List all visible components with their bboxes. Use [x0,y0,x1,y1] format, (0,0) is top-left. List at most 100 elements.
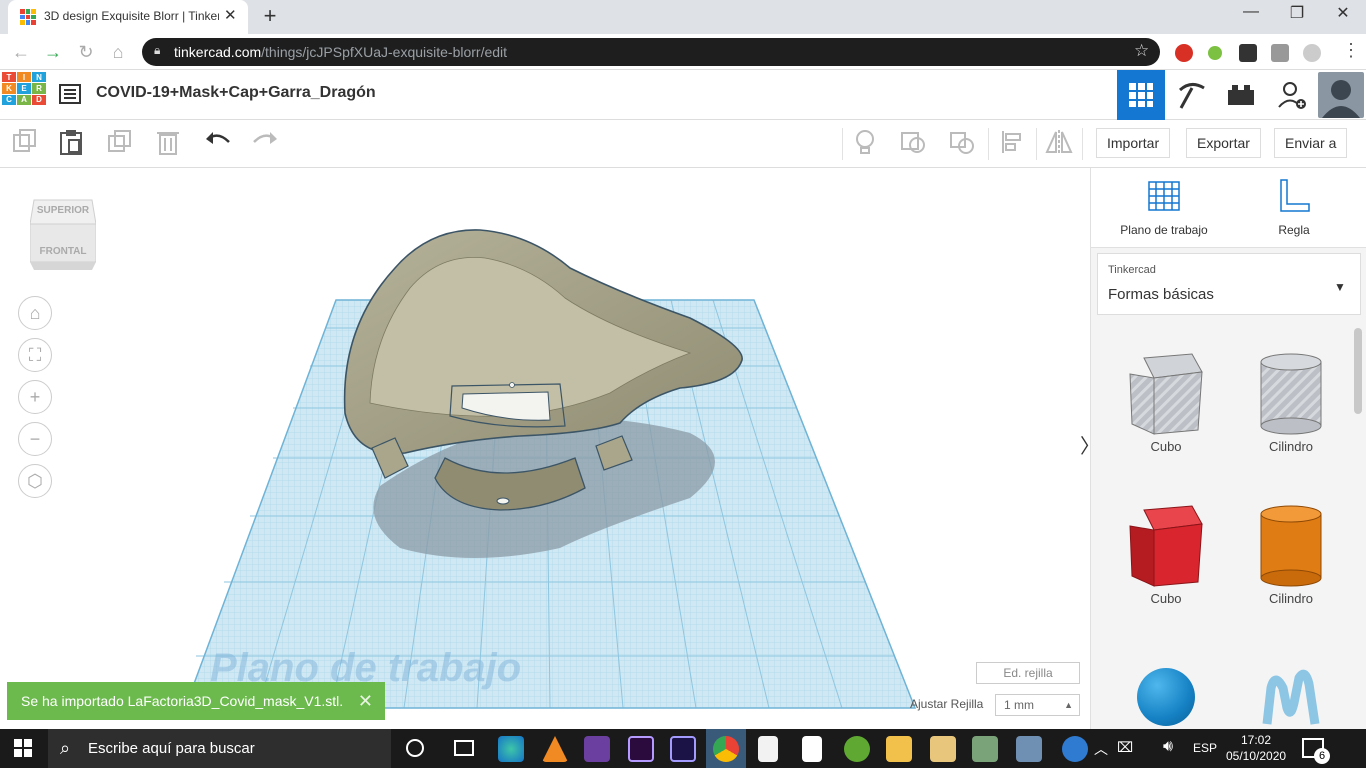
windows-start-icon[interactable] [14,739,32,757]
help-icon[interactable] [1062,736,1088,762]
shape-cylinder-orange[interactable]: Cilindro [1236,502,1346,606]
mirror-icon[interactable] [1044,128,1074,160]
workplane-scene[interactable] [0,168,1090,729]
reload-icon[interactable]: ↻ [75,42,97,63]
design-title[interactable]: COVID-19+Mask+Cap+Garra_Dragón [96,84,376,102]
zoom-in-button[interactable]: + [18,380,52,414]
export-button[interactable]: Exportar [1186,128,1261,158]
undo-icon[interactable] [203,128,233,160]
lightbulb-icon[interactable] [850,128,880,160]
close-icon[interactable]: ✕ [358,682,373,720]
back-icon[interactable]: ← [10,42,32,63]
edit-grid-button[interactable]: Ed. rejilla [976,662,1080,684]
text-extension-icon[interactable] [1239,44,1257,62]
logo-letter: R [32,83,46,94]
forward-icon[interactable]: → [42,42,64,63]
bookmark-star-icon[interactable]: ☆ [1134,41,1149,61]
fit-view-button[interactable]: ⛶ [18,338,52,372]
paste-icon[interactable] [56,128,86,160]
shape-library-select[interactable]: Tinkercad Formas básicas ▼ [1097,253,1361,315]
premiere-icon[interactable] [628,736,654,762]
redo-icon[interactable] [250,128,280,160]
tinkercad-logo[interactable]: T I N K E R C A D [2,72,46,116]
network-tool-icon[interactable] [1016,736,1042,762]
home-icon[interactable]: ⌂ [107,42,129,63]
vlc-icon[interactable] [542,736,568,762]
taskbar-search-input[interactable]: ⌕ Escribe aquí para buscar [48,729,391,768]
import-button[interactable]: Importar [1096,128,1171,158]
adblock-extension-icon[interactable] [1175,44,1193,62]
invite-user-button[interactable] [1268,70,1316,120]
green-extension-icon[interactable] [1208,46,1222,60]
design-list-icon[interactable] [58,82,82,106]
workplane-tool[interactable]: Plano de trabajo [1109,178,1219,237]
tab-close-icon[interactable]: ✕ [224,6,237,24]
task-view-icon[interactable] [454,740,474,756]
shape-box-gray[interactable]: Cubo [1111,350,1221,454]
ungroup-icon[interactable] [947,128,977,160]
clock-time: 17:02 [1240,733,1272,747]
shape-scribble[interactable] [1261,668,1321,726]
document-icon[interactable] [758,736,778,762]
home-view-button[interactable]: ⌂ [18,296,52,330]
url-text[interactable]: tinkercad.com/things/jcJPSpfXUaJ-exquisi… [174,44,507,60]
clock[interactable]: 17:02 05/10/2020 [1226,732,1286,764]
cortana-icon[interactable] [406,739,424,757]
panel-scrollbar[interactable] [1354,328,1362,414]
app-header: T I N K E R C A D COVID-19+Mask+Cap+Garr… [0,70,1366,120]
view-cube-top-label: SUPERIOR [36,205,90,216]
delete-icon[interactable] [153,128,183,160]
volume-icon[interactable]: 🔊︎ [1163,738,1173,756]
puzzle-extension-icon[interactable] [1271,44,1289,62]
new-tab-button[interactable]: + [257,5,283,29]
file-explorer-icon[interactable] [886,736,912,762]
minimize-button[interactable]: — [1228,3,1274,21]
after-effects-icon[interactable] [670,736,696,762]
app-icon[interactable] [930,736,956,762]
library-category: Tinkercad [1108,264,1156,276]
network-icon[interactable]: ⌧ [1117,739,1133,756]
box-icon [1129,505,1203,587]
3d-view-button[interactable] [1117,70,1165,120]
file-icon[interactable] [802,736,822,762]
add-user-icon [1278,82,1306,109]
mail-app-icon[interactable] [584,736,610,762]
notifications-icon[interactable]: 6 [1302,738,1330,764]
logo-letter: E [17,83,31,94]
language-indicator[interactable]: ESP [1193,741,1217,755]
perspective-button[interactable]: ⬡ [18,464,52,498]
chevron-icon: ▲ [1064,700,1073,710]
restore-button[interactable]: ❐ [1274,3,1320,23]
align-icon[interactable] [997,128,1027,160]
edge-icon[interactable] [498,736,524,762]
blocks-view-button[interactable] [1167,70,1215,120]
shape-box-red[interactable]: Cubo [1111,502,1221,606]
chrome-menu-icon[interactable]: ⋮ [1342,40,1360,61]
tab-title: 3D design Exquisite Blorr | Tinker [44,9,219,23]
duplicate-icon[interactable] [105,128,135,160]
close-window-button[interactable]: ✕ [1320,3,1366,23]
tray-chevron-icon[interactable]: ︿ [1094,739,1108,759]
logo-letter: D [32,94,46,105]
avatar[interactable] [1318,72,1364,118]
send-to-button[interactable]: Enviar a [1274,128,1348,158]
ruler-tool[interactable]: Regla [1239,178,1349,237]
3d-viewport[interactable]: SUPERIOR FRONTAL ⌂ ⛶ + − ⬡ Plano de trab… [0,168,1090,729]
archive-icon[interactable] [972,736,998,762]
chrome-icon [713,736,739,762]
copy-icon[interactable] [10,128,40,160]
bricks-view-button[interactable] [1217,70,1265,120]
chrome-taskbar-active[interactable] [706,729,746,768]
omnibox[interactable]: 🔒︎ tinkercad.com/things/jcJPSpfXUaJ-exqu… [142,38,1160,66]
snap-grid-select[interactable]: 1 mm ▲ [995,694,1080,716]
shape-cylinder-gray[interactable]: Cilindro [1236,350,1346,454]
group-icon[interactable] [898,128,928,160]
profile-icon[interactable] [1303,44,1321,62]
notification-count: 6 [1314,748,1330,764]
browser-tab[interactable]: 3D design Exquisite Blorr | Tinker ✕ [8,0,248,34]
shape-sphere[interactable] [1137,668,1195,726]
utorrent-icon[interactable] [844,736,870,762]
zoom-out-button[interactable]: − [18,422,52,456]
view-cube[interactable]: SUPERIOR FRONTAL [29,194,97,270]
collapse-panel-button[interactable]: 〉 [1080,430,1090,464]
